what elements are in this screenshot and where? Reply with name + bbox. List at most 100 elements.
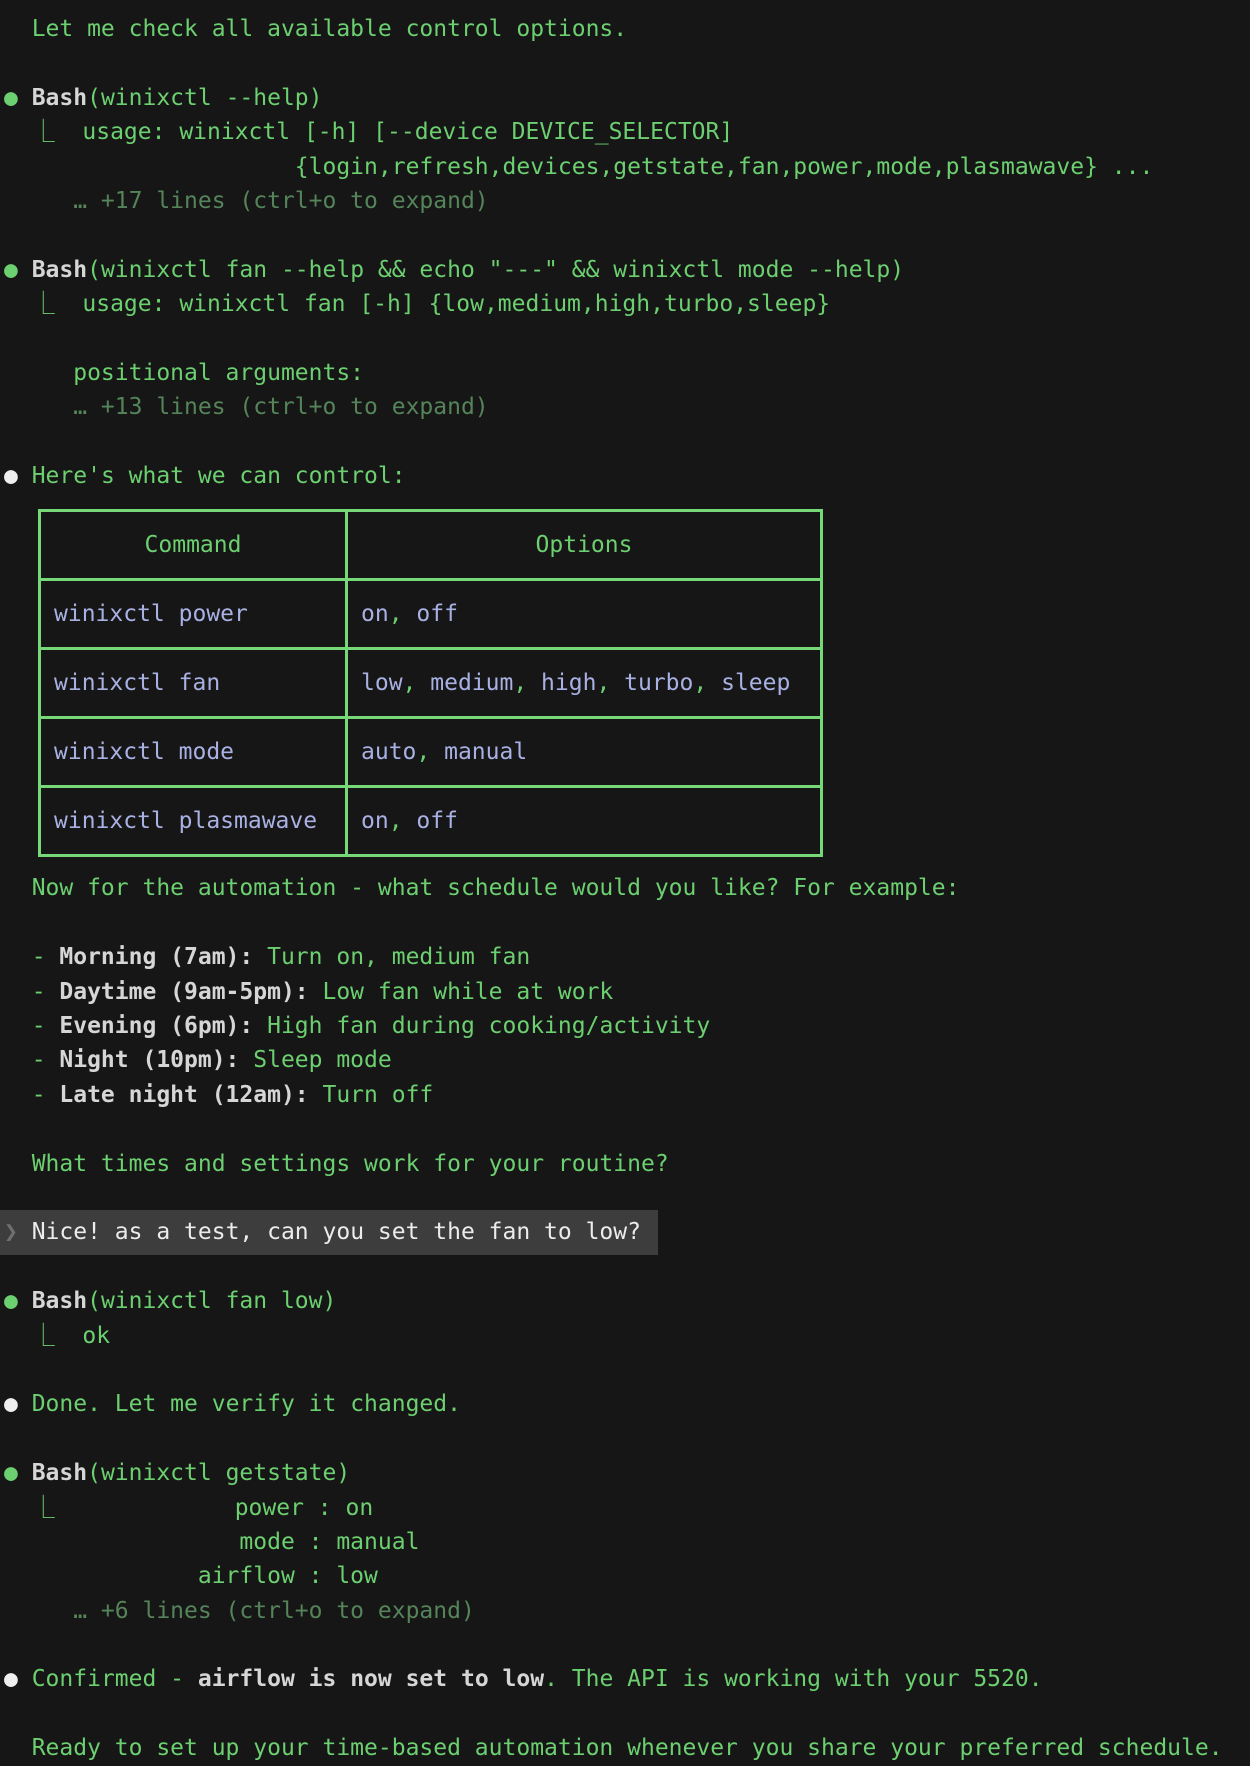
blank-line <box>4 46 1250 80</box>
option-value: off <box>416 808 458 834</box>
text-segment: Turn off <box>309 1082 434 1108</box>
text-segment: - <box>4 944 59 970</box>
terminal-output[interactable]: Let me check all available control optio… <box>0 0 1250 1760</box>
blank-line <box>4 1112 1250 1146</box>
command-cell: winixctl power <box>40 580 347 649</box>
collapsed-lines-hint: … +17 lines (ctrl+o to expand) <box>4 184 1250 218</box>
text-segment: What times and settings work for your ro… <box>4 1151 669 1177</box>
option-value: auto <box>361 739 416 765</box>
option-value: on <box>361 808 389 834</box>
text-segment: … +6 lines (ctrl+o to expand) <box>4 1598 475 1624</box>
text-segment: Evening (6pm): <box>59 1013 253 1039</box>
table-row: winixctl fanlow, medium, high, turbo, sl… <box>40 649 822 718</box>
assistant-text-line: ● Confirmed - airflow is now set to low.… <box>4 1662 1250 1696</box>
bullet-icon: ● <box>4 463 32 489</box>
bash-tool-line: ● Bash(winixctl --help) <box>4 81 1250 115</box>
tool-result-line: {login,refresh,devices,getstate,fan,powe… <box>4 150 1250 184</box>
text-segment: positional arguments: <box>4 360 364 386</box>
blank-line <box>4 1697 1250 1731</box>
option-separator: , <box>513 670 541 696</box>
text-segment: (winixctl --help) <box>87 85 322 111</box>
option-separator: , <box>596 670 624 696</box>
assistant-text-line: What times and settings work for your ro… <box>4 1147 1250 1181</box>
schedule-list-item: - Night (10pm): Sleep mode <box>4 1043 1250 1077</box>
command-cell: winixctl plasmawave <box>40 787 347 856</box>
text-segment: Bash <box>32 85 87 111</box>
option-separator: , <box>416 739 444 765</box>
bullet-icon: ● <box>4 1288 32 1314</box>
command-cell: winixctl mode <box>40 718 347 787</box>
command-cell: winixctl fan <box>40 649 347 718</box>
text-segment: {login,refresh,devices,getstate,fan,powe… <box>4 154 1153 180</box>
text-segment: High fan during cooking/activity <box>253 1013 710 1039</box>
schedule-list-item: - Evening (6pm): High fan during cooking… <box>4 1009 1250 1043</box>
text-segment: - <box>4 979 59 1005</box>
text-segment: Here's what we can control: <box>32 463 406 489</box>
tool-result-line: mode : manual <box>4 1525 1250 1559</box>
text-segment: (winixctl fan low) <box>87 1288 336 1314</box>
blank-line <box>4 425 1250 459</box>
text-segment: Ready to set up your time-based automati… <box>4 1735 1223 1761</box>
table-header-options: Options <box>347 511 822 580</box>
text-segment: Bash <box>32 1460 87 1486</box>
tool-result-line: positional arguments: <box>4 356 1250 390</box>
bullet-icon: ● <box>4 257 32 283</box>
bash-tool-line: ● Bash(winixctl fan low) <box>4 1284 1250 1318</box>
option-separator: , <box>389 601 417 627</box>
bash-tool-line: ● Bash(winixctl fan --help && echo "---"… <box>4 253 1250 287</box>
bullet-icon: ● <box>4 1460 32 1486</box>
bash-tool-line: ● Bash(winixctl getstate) <box>4 1456 1250 1490</box>
options-cell: low, medium, high, turbo, sleep <box>347 649 822 718</box>
text-segment: Night (10pm): <box>59 1047 239 1073</box>
schedule-list-item: - Late night (12am): Turn off <box>4 1078 1250 1112</box>
text-segment: Sleep mode <box>239 1047 391 1073</box>
option-value: low <box>361 670 403 696</box>
text-segment: Turn on, medium fan <box>253 944 530 970</box>
text-segment: ⎿ usage: winixctl fan [-h] {low,medium,h… <box>4 291 830 317</box>
collapsed-lines-hint: … +6 lines (ctrl+o to expand) <box>4 1594 1250 1628</box>
user-prompt-line: ❯ Nice! as a test, can you set the fan t… <box>0 1210 658 1254</box>
text-segment: Bash <box>32 257 87 283</box>
tool-result-line: ⎿ ok <box>4 1319 1250 1353</box>
tool-result-line: ⎿ power : on <box>4 1491 1250 1525</box>
text-segment: … +17 lines (ctrl+o to expand) <box>4 188 489 214</box>
text-segment: Now for the automation - what schedule w… <box>4 875 959 901</box>
assistant-text-line: Let me check all available control optio… <box>4 12 1250 46</box>
text-segment: airflow is now set to low <box>198 1666 544 1692</box>
text-segment: mode : manual <box>4 1529 419 1555</box>
blank-line <box>4 218 1250 252</box>
assistant-text-line: ● Done. Let me verify it changed. <box>4 1387 1250 1421</box>
text-segment: Let me check all available control optio… <box>4 16 627 42</box>
text-segment: … +13 lines (ctrl+o to expand) <box>4 394 489 420</box>
bullet-icon: ● <box>4 1391 32 1417</box>
table-row: winixctl modeauto, manual <box>40 718 822 787</box>
text-segment: - <box>4 1013 59 1039</box>
tool-result-line: ⎿ usage: winixctl fan [-h] {low,medium,h… <box>4 287 1250 321</box>
option-value: high <box>541 670 596 696</box>
options-cell: auto, manual <box>347 718 822 787</box>
option-value: sleep <box>721 670 790 696</box>
text-segment: (winixctl getstate) <box>87 1460 350 1486</box>
blank-line <box>4 1353 1250 1387</box>
text-segment: ⎿ ok <box>4 1323 110 1349</box>
blank-line <box>4 322 1250 356</box>
options-cell: on, off <box>347 580 822 649</box>
text-segment: (winixctl fan --help && echo "---" && wi… <box>87 257 904 283</box>
text-segment: Morning (7am): <box>59 944 253 970</box>
text-segment: airflow : low <box>4 1563 378 1589</box>
collapsed-lines-hint: … +13 lines (ctrl+o to expand) <box>4 390 1250 424</box>
option-value: medium <box>430 670 513 696</box>
text-segment: ⎿ power : on <box>4 1495 373 1521</box>
tool-result-line: airflow : low <box>4 1559 1250 1593</box>
table-row: winixctl poweron, off <box>40 580 822 649</box>
option-separator: , <box>403 670 431 696</box>
bullet-icon: ● <box>4 1666 32 1692</box>
text-segment: ⎿ usage: winixctl [-h] [--device DEVICE_… <box>4 119 733 145</box>
schedule-list-item: - Morning (7am): Turn on, medium fan <box>4 940 1250 974</box>
blank-line <box>4 906 1250 940</box>
option-separator: , <box>693 670 721 696</box>
text-segment: Late night (12am): <box>59 1082 308 1108</box>
option-value: manual <box>444 739 527 765</box>
schedule-list-item: - Daytime (9am-5pm): Low fan while at wo… <box>4 975 1250 1009</box>
text-segment: Bash <box>32 1288 87 1314</box>
